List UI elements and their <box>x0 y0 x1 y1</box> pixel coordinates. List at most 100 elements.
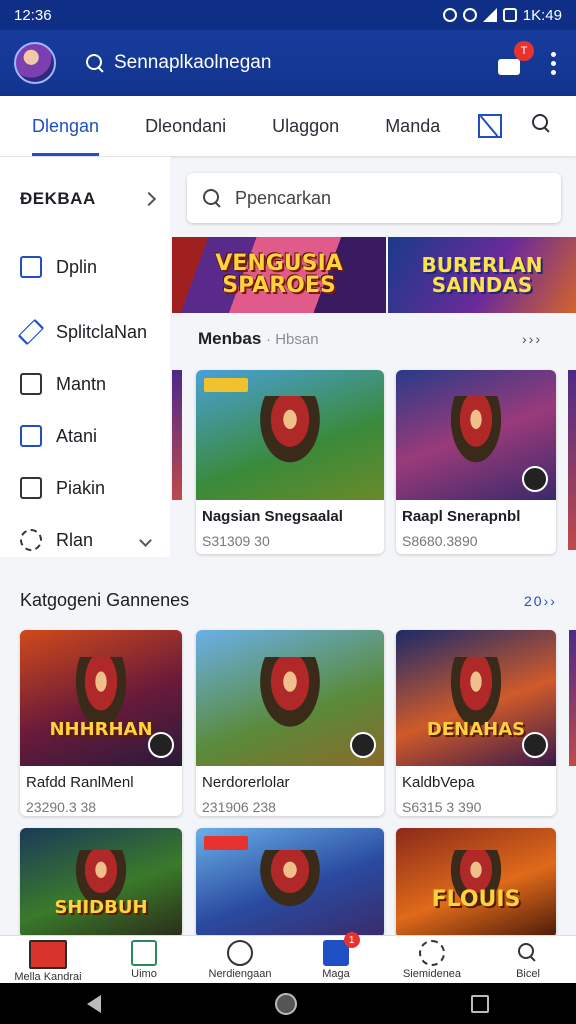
close-box-icon <box>29 940 67 969</box>
alarm-icon <box>442 8 457 22</box>
search-input[interactable]: Ppencarkan <box>187 173 561 223</box>
game-name: Nagsian Snegsaalal <box>202 508 343 525</box>
wifi-icon <box>462 8 477 22</box>
game-thumbnail: SHIDBUH <box>20 828 182 938</box>
game-card[interactable]: NHHRHAN Rafdd RanlMenl 23290.3 38 <box>20 630 182 816</box>
art-title: SHIDBUH <box>54 897 148 918</box>
nav-label: Maga <box>322 968 350 980</box>
nav-label: Mella Kandrai <box>14 971 82 983</box>
banner-title: VENGUSIA SPAROES <box>215 251 343 298</box>
play-icon <box>350 732 376 758</box>
tab-dleondani[interactable]: Dleondani <box>145 96 226 156</box>
notification-badge: 1 <box>343 932 360 948</box>
section-title-menbas: Menbas · Hbsan <box>198 329 319 348</box>
sidebar-header[interactable]: ÐEKBAA <box>0 157 170 241</box>
tab-dlengan[interactable]: Dlengan <box>32 96 100 156</box>
cart-badge: T <box>514 41 534 61</box>
tab-search-icon[interactable] <box>532 114 556 138</box>
download-icon <box>20 477 42 499</box>
nav-item-maga[interactable]: 1 Maga <box>288 932 384 983</box>
section-more-link[interactable]: ››› <box>522 331 542 347</box>
document-icon <box>20 425 42 447</box>
game-price: S6315 3 390 <box>402 799 482 815</box>
search-icon <box>515 940 541 966</box>
nav-item-siemidenea[interactable]: Siemidenea <box>384 936 480 983</box>
tab-manda[interactable]: Manda <box>385 96 440 156</box>
back-icon[interactable] <box>87 994 101 1013</box>
clipboard-icon <box>20 373 42 395</box>
avatar[interactable] <box>14 42 56 84</box>
nav-label: Siemidenea <box>402 968 462 980</box>
sidebar-item-splitclanan[interactable]: SplitclaNan <box>0 306 170 358</box>
search-placeholder: Ppencarkan <box>235 187 332 208</box>
nav-label: Nerdiengaan <box>208 968 272 980</box>
nav-label: Bicel <box>516 968 540 980</box>
pencil-icon <box>17 318 45 346</box>
game-thumbnail: DENAHAS <box>396 630 556 766</box>
system-nav-bar <box>0 983 576 1024</box>
card-edge <box>569 630 576 766</box>
nav-item-mella[interactable]: Mella Kandrai <box>0 936 96 983</box>
search-icon <box>86 54 104 72</box>
promo-banner-2[interactable]: BURERLAN SAINDAS <box>388 237 576 313</box>
search-icon <box>203 189 221 207</box>
nav-item-uimo[interactable]: Uimo <box>96 936 192 983</box>
section-more-link[interactable]: 20›› <box>524 593 557 609</box>
game-card[interactable] <box>196 828 384 938</box>
sidebar-item-label: Piakin <box>56 477 106 498</box>
game-thumbnail: NHHRHAN <box>20 630 182 766</box>
nav-item-bicel[interactable]: Bicel <box>480 936 576 983</box>
home-button-icon[interactable] <box>275 992 297 1015</box>
recents-icon[interactable] <box>471 994 489 1013</box>
square-icon <box>20 256 42 278</box>
compass-icon <box>227 940 253 966</box>
status-time-right: 1K:49 <box>522 6 562 24</box>
game-price: S8680.3890 <box>402 533 478 549</box>
settings-icon <box>419 940 445 966</box>
gear-icon <box>20 529 42 551</box>
sidebar-item-mantn[interactable]: Mantn <box>0 358 170 410</box>
chevron-down-icon <box>139 533 152 547</box>
game-card[interactable]: Nerdorerlolar 231906 238 <box>196 630 384 816</box>
promo-banner-1[interactable]: VENGUSIA SPAROES <box>172 237 386 313</box>
sidebar-item-label: Atani <box>56 425 98 446</box>
filter-icon[interactable] <box>478 114 502 138</box>
game-price: 231906 238 <box>202 799 276 815</box>
play-icon <box>522 732 548 758</box>
signal-icon <box>482 8 497 22</box>
tag-badge <box>204 836 248 850</box>
section-title-kategori: Katgogeni Gannenes <box>20 590 190 610</box>
sidebar-header-label: ÐEKBAA <box>20 189 96 208</box>
game-card[interactable]: SHIDBUH <box>20 828 182 938</box>
shopping-bag-icon <box>498 59 520 75</box>
app-search[interactable]: Sennaplkaolnegan <box>86 52 496 74</box>
app-search-text: Sennaplkaolnegan <box>114 52 272 73</box>
game-name: Nerdorerlolar <box>202 774 290 791</box>
game-price: S31309 30 <box>202 533 270 549</box>
tag-badge <box>204 378 248 392</box>
cart-button[interactable]: T <box>496 41 534 75</box>
sidebar-item-atani[interactable]: Atani <box>0 410 170 462</box>
tab-ulaggon[interactable]: Ulaggon <box>272 96 339 156</box>
battery-icon <box>502 8 517 22</box>
game-name: Raapl Snerapnbl <box>402 508 521 525</box>
nav-item-nerdiengaan[interactable]: Nerdiengaan <box>192 936 288 983</box>
sidebar-item-rlan[interactable]: Rlan <box>0 514 170 566</box>
more-menu-icon[interactable] <box>550 51 556 75</box>
game-thumbnail <box>196 630 384 766</box>
game-card[interactable]: FLOUIS <box>396 828 556 938</box>
game-card[interactable]: DENAHAS KaldbVepa S6315 3 390 <box>396 630 556 816</box>
game-thumbnail <box>196 370 384 500</box>
chevron-right-icon <box>141 191 157 207</box>
app-bar: Sennaplkaolnegan T <box>0 30 576 96</box>
game-thumbnail: FLOUIS <box>396 828 556 938</box>
game-card[interactable]: Raapl Snerapnbl S8680.3890 <box>396 370 556 554</box>
game-card[interactable]: Nagsian Snegsaalal S31309 30 <box>196 370 384 554</box>
sidebar-item-piakin[interactable]: Piakin <box>0 462 170 514</box>
card-edge <box>172 370 182 500</box>
sidebar-item-dplin[interactable]: Dplin <box>0 241 170 293</box>
sidebar-item-label: Dplin <box>56 256 98 277</box>
chart-icon <box>131 940 157 966</box>
status-time: 12:36 <box>14 6 52 24</box>
card-edge <box>568 370 576 550</box>
